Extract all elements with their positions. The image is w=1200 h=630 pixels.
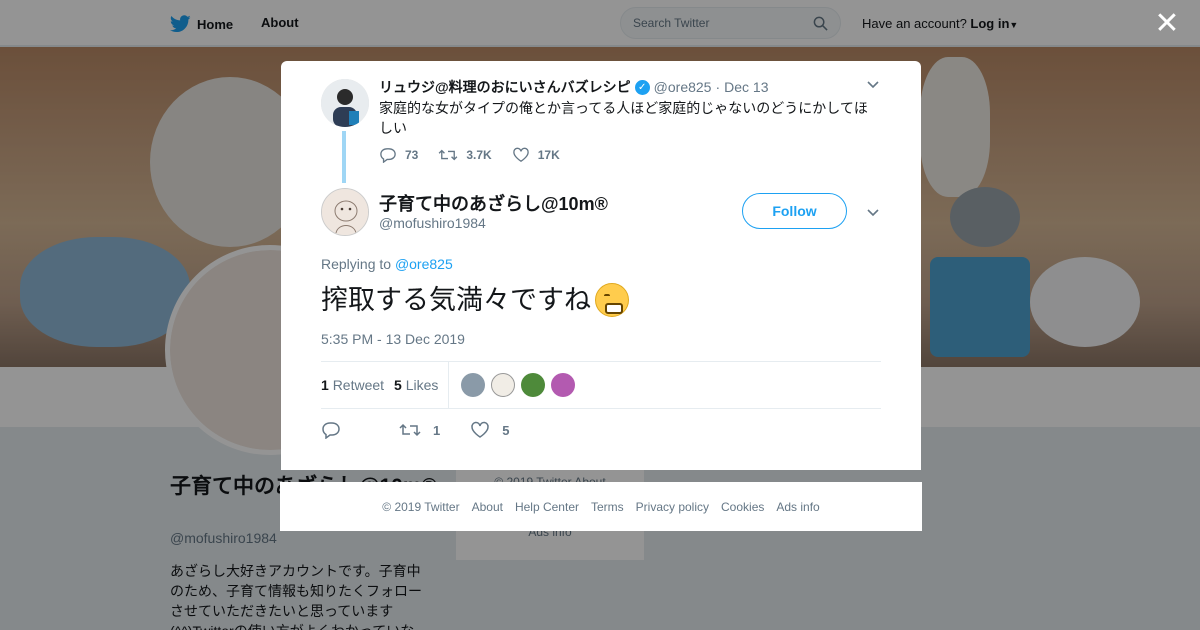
liker-avatar[interactable] [491, 373, 516, 397]
footer-link-privacy-policy[interactable]: Privacy policy [636, 500, 709, 514]
modal-footer: © 2019 Twitter About Help Center Terms P… [280, 482, 922, 531]
parent-tweet-handle[interactable]: @ore825 [654, 79, 712, 95]
parent-tweet-header: リュウジ@料理のおにいさんバズレシピ ✓ @ore825 · Dec 13 [379, 77, 769, 97]
footer-link-ads-info[interactable]: Ads info [776, 500, 819, 514]
verified-badge-icon: ✓ [634, 79, 650, 95]
retweet-action-count: 1 [433, 422, 441, 438]
seal-avatar-image [322, 189, 368, 235]
footer-link-about[interactable]: About [472, 500, 503, 514]
stats-divider [448, 362, 450, 408]
follow-button[interactable]: Follow [742, 193, 847, 229]
like-button[interactable]: 5 [470, 421, 509, 439]
retweet-stat-count: 1 [321, 377, 329, 393]
parent-like-button[interactable]: 17K [512, 147, 560, 163]
parent-tweet-avatar[interactable] [321, 79, 369, 127]
reply-icon [322, 422, 340, 439]
tweet-author-name[interactable]: 子育て中のあざらし@10m® [379, 190, 608, 216]
parent-tweet-date[interactable]: Dec 13 [724, 79, 768, 95]
footer-link-cookies[interactable]: Cookies [721, 500, 764, 514]
liker-avatar[interactable] [521, 373, 546, 397]
tweet-author-handle[interactable]: @mofushiro1984 [379, 215, 486, 231]
liker-avatar[interactable] [461, 373, 486, 397]
like-action-count: 5 [502, 422, 510, 438]
tweet-text-content: 搾取する気満々ですね [321, 285, 591, 315]
likes-stat[interactable]: 5 Likes [394, 377, 438, 393]
replying-to-label: Replying to [321, 256, 392, 272]
retweet-icon [399, 423, 421, 437]
parent-tweet-actions: 73 3.7K 17K [379, 147, 580, 163]
close-icon[interactable]: ✕ [1154, 9, 1180, 39]
parent-tweet-chevron-down-icon[interactable] [866, 77, 880, 94]
tweet-timestamp[interactable]: 5:35 PM - 13 Dec 2019 [321, 331, 465, 347]
separator-dot: · [715, 79, 721, 95]
footer-link-help-center[interactable]: Help Center [515, 500, 579, 514]
heart-icon [512, 147, 529, 163]
tweet-text: 搾取する気満々ですね [321, 280, 629, 320]
tweet-chevron-down-icon[interactable] [866, 205, 880, 222]
tweet-stats: 1 Retweet 5 Likes [321, 361, 881, 409]
reply-button[interactable] [321, 421, 341, 439]
retweet-stat[interactable]: 1 Retweet [321, 377, 384, 393]
likes-stat-count: 5 [394, 377, 402, 393]
parent-reply-count: 73 [405, 148, 419, 162]
footer-copyright: © 2019 Twitter [382, 499, 460, 514]
reply-icon [380, 148, 396, 163]
replying-to: Replying to @ore825 [321, 256, 453, 272]
liker-avatar[interactable] [551, 373, 576, 397]
person-avatar-image [321, 79, 369, 127]
tweet-author-avatar[interactable] [321, 188, 369, 236]
thread-connector-line [342, 131, 346, 183]
parent-like-count: 17K [537, 148, 560, 162]
retweet-icon [438, 149, 458, 161]
retweet-stat-label: Retweet [332, 377, 385, 393]
parent-retweet-count: 3.7K [466, 148, 492, 162]
parent-tweet-text: 家庭的な女がタイプの俺とか言ってる人ほど家庭的じゃないのどうにかしてほしい [379, 100, 868, 136]
footer-link-terms[interactable]: Terms [591, 500, 624, 514]
likers-avatars [461, 373, 576, 397]
likes-stat-label: Likes [405, 377, 439, 393]
retweet-button[interactable]: 1 [399, 421, 440, 439]
parent-tweet-author-name[interactable]: リュウジ@料理のおにいさんバズレシピ [379, 77, 631, 97]
tweet-modal: リュウジ@料理のおにいさんバズレシピ ✓ @ore825 · Dec 13 家庭… [281, 61, 921, 470]
parent-retweet-button[interactable]: 3.7K [438, 147, 492, 163]
heart-icon [471, 421, 489, 438]
tweet-actions: 1 5 [321, 421, 539, 439]
replying-to-handle-link[interactable]: @ore825 [395, 256, 453, 272]
weary-face-emoji-icon [595, 283, 629, 317]
parent-reply-button[interactable]: 73 [379, 147, 418, 163]
